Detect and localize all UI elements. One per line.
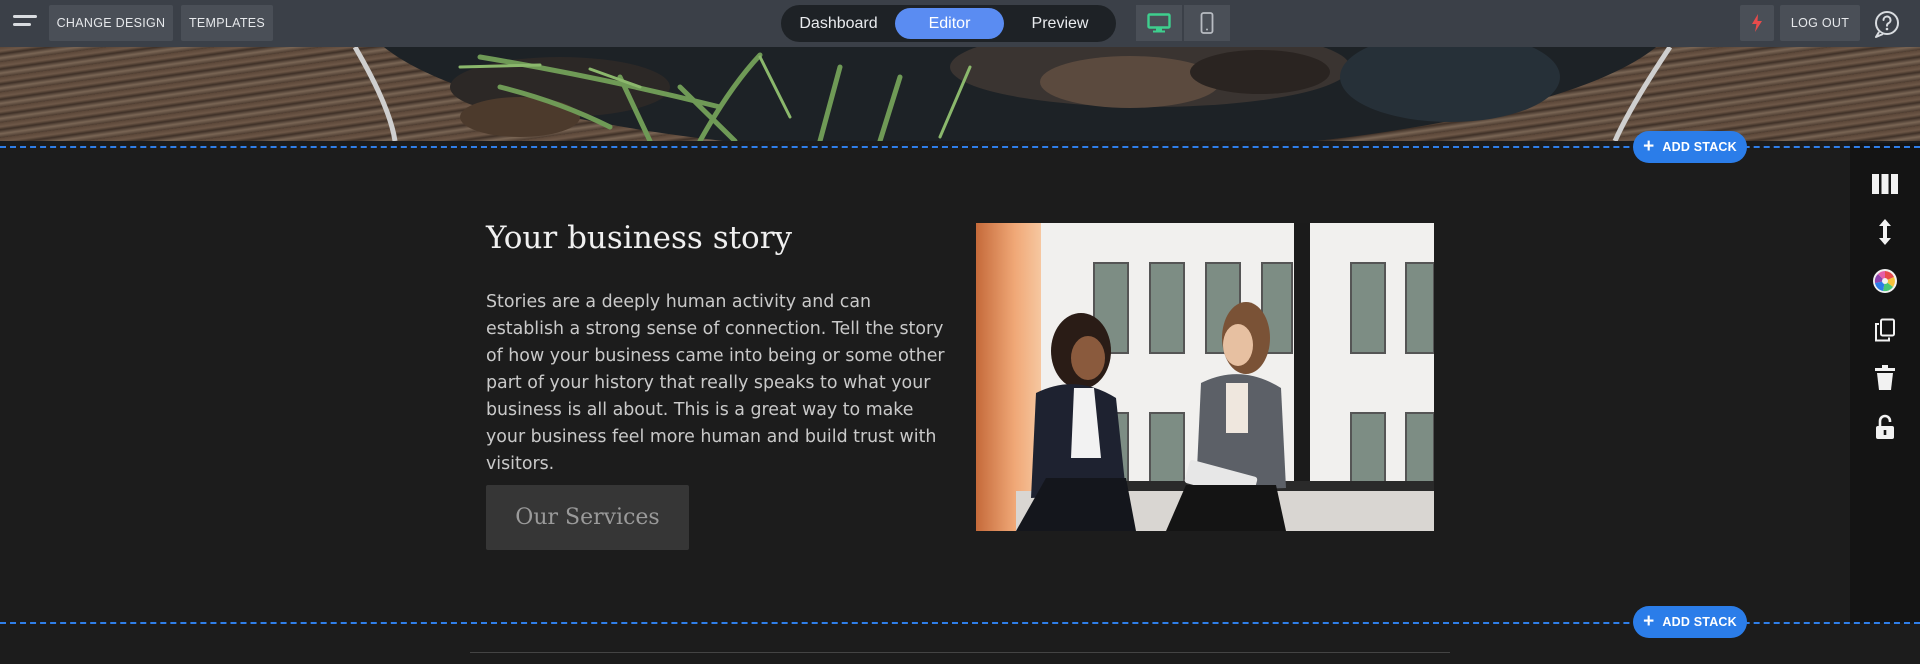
section-heading[interactable]: Your business story [486,220,792,256]
section-divider-line [470,652,1450,653]
business-photo[interactable] [976,223,1434,531]
mode-switch: Dashboard Editor Preview [781,5,1116,42]
logout-button[interactable]: LOG OUT [1780,5,1860,41]
story-text[interactable]: Stories are a deeply human activity and … [486,289,946,478]
plus-icon: + [1643,135,1655,157]
add-stack-label: ADD STACK [1662,140,1737,154]
columns-icon[interactable] [1868,167,1902,201]
top-toolbar: CHANGE DESIGN TEMPLATES Dashboard Editor… [0,0,1920,47]
desktop-icon[interactable] [1136,5,1182,41]
tab-dashboard[interactable]: Dashboard [785,8,892,39]
stack-tools-panel [1850,143,1920,623]
add-stack-button-bottom[interactable]: + ADD STACK [1633,606,1747,638]
tab-editor[interactable]: Editor [895,8,1004,39]
menu-icon[interactable] [13,13,39,33]
lightning-icon[interactable] [1740,5,1774,41]
our-services-button[interactable]: Our Services [486,485,689,550]
templates-button[interactable]: TEMPLATES [181,5,273,41]
duplicate-icon[interactable] [1868,313,1902,347]
trash-icon[interactable] [1868,361,1902,395]
mobile-icon[interactable] [1184,5,1230,41]
plus-icon: + [1643,610,1655,632]
unlock-icon[interactable] [1868,410,1902,444]
add-stack-label: ADD STACK [1662,615,1737,629]
stack-divider-top [0,146,1920,148]
add-stack-button-top[interactable]: + ADD STACK [1633,131,1747,163]
help-icon[interactable] [1873,10,1901,38]
hero-image [0,47,1920,141]
stack-divider-bottom [0,622,1920,624]
change-design-button[interactable]: CHANGE DESIGN [49,5,173,41]
tab-preview[interactable]: Preview [1007,8,1113,39]
color-wheel-icon[interactable] [1868,264,1902,298]
resize-vertical-icon[interactable] [1868,215,1902,249]
